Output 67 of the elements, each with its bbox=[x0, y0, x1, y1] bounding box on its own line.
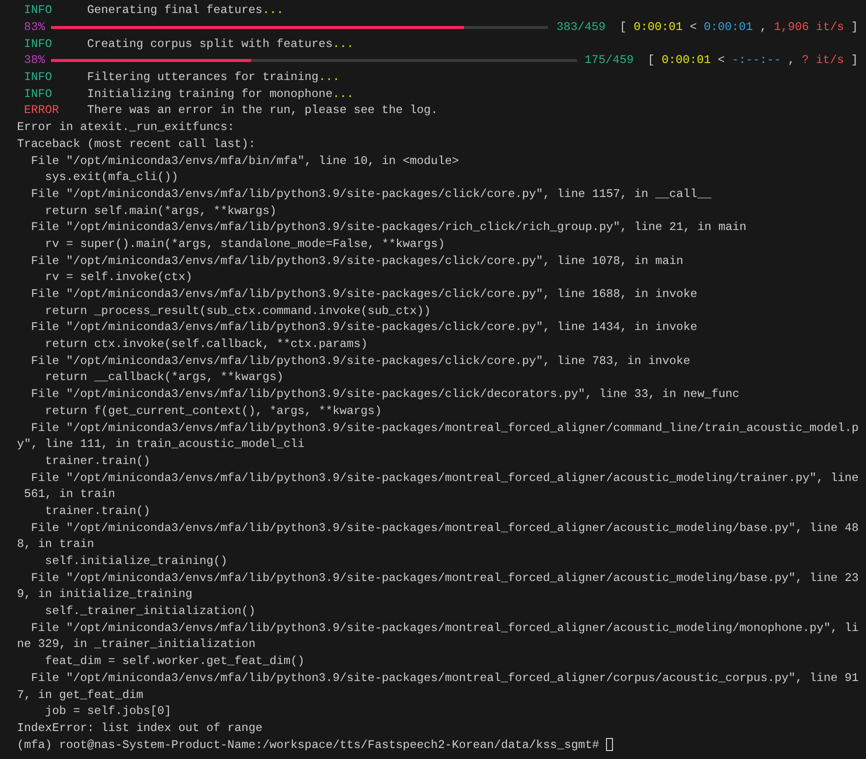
output-line: File "/opt/miniconda3/envs/mfa/lib/python3.9/site-packages/click/core.py", line 1434, in invoke bbox=[30, 320, 698, 334]
remaining-time: -:--:-- bbox=[732, 53, 781, 68]
log-message: There was an error in the run, please see the log. bbox=[87, 103, 438, 118]
output-line: rv = self.invoke(ctx) bbox=[44, 270, 192, 284]
output-line: File "/opt/miniconda3/envs/mfa/lib/python3.9/site-packages/montreal_forced_aligner/acoustic_modeling/base.py", line 23 bbox=[30, 570, 859, 585]
remaining-time: 0:00:01 bbox=[704, 20, 753, 34]
output-line: File "/opt/miniconda3/envs/mfa/lib/python3.9/site-packages/montreal_forced_aligner/acoustic_modeling/base.py", line 48 bbox=[30, 520, 859, 535]
output-line: rv = super().main(*args, standalone_mode=False, **kwargs) bbox=[44, 236, 445, 251]
output-line: File "/opt/miniconda3/envs/mfa/lib/python3.9/site-packages/click/core.py", line 1078, in main bbox=[30, 254, 684, 268]
output-line: return self.main(*args, **kwargs) bbox=[44, 204, 277, 218]
output-line: self._trainer_initialization() bbox=[44, 604, 256, 618]
output-line: Error in atexit._run_exitfuncs: bbox=[17, 120, 234, 134]
output-line: File "/opt/miniconda3/envs/mfa/lib/python3.9/site-packages/montreal_forced_aligner/acoustic_modeling/trainer.py", line bbox=[30, 470, 859, 485]
bracket: [ bbox=[620, 20, 627, 34]
log-level: INFO bbox=[23, 36, 54, 51]
progress-rate: 1,906 it/s bbox=[774, 20, 844, 34]
output-line: 7, in get_feat_dim bbox=[17, 688, 144, 702]
progress-percent: 38% bbox=[24, 53, 46, 68]
cursor-icon bbox=[606, 738, 614, 752]
output-line: job = self.jobs[0] bbox=[44, 704, 172, 718]
output-line: IndexError: list index out of range bbox=[17, 720, 262, 735]
progress-rate: ? it/s bbox=[802, 53, 844, 68]
output-line: ne 329, in _trainer_initialization bbox=[17, 637, 256, 652]
output-line: File "/opt/miniconda3/envs/mfa/lib/python3.9/site-packages/montreal_forced_aligner/corpus/acoustic_corpus.py", line 91 bbox=[30, 670, 859, 685]
elapsed-time: 0:00:01 bbox=[634, 20, 683, 34]
output-line: 8, in train bbox=[17, 537, 94, 552]
progress-count: 383/459 bbox=[556, 20, 606, 34]
output-line: File "/opt/miniconda3/envs/mfa/lib/python3.9/site-packages/rich_click/rich_group.py", line 21, in main bbox=[30, 220, 746, 234]
log-level: INFO bbox=[23, 3, 54, 18]
output-line: return _process_result(sub_ctx.command.invoke(sub_ctx)) bbox=[44, 304, 431, 318]
separator: , bbox=[788, 53, 795, 68]
output-line: File "/opt/miniconda3/envs/mfa/lib/python3.9/site-packages/click/core.py", line 1157, in __call__ bbox=[30, 186, 712, 201]
bracket: ] bbox=[850, 20, 858, 34]
log-level: INFO bbox=[23, 86, 54, 101]
progress-percent: 83% bbox=[24, 20, 46, 34]
output-line: File "/opt/miniconda3/envs/mfa/lib/python3.9/site-packages/click/decorators.py", line 33, in new_func bbox=[30, 387, 740, 402]
elapsed-time: 0:00:01 bbox=[662, 53, 711, 68]
separator: < bbox=[718, 53, 725, 68]
output-line: return f(get_current_context(), *args, **kwargs) bbox=[44, 404, 382, 418]
shell-prompt: (mfa) root@nas-System-Product-Name:/workspace/tts/Fastspeech2-Korean/data/kss_sgmt# bbox=[17, 738, 600, 752]
output-line: return __callback(*args, **kwargs) bbox=[44, 370, 284, 384]
output-line: trainer.train() bbox=[44, 454, 150, 468]
log-message: Creating corpus split with features... bbox=[87, 36, 354, 51]
output-line: File "/opt/miniconda3/envs/mfa/bin/mfa", line 10, in <module> bbox=[30, 154, 459, 168]
output-line: Traceback (most recent call last): bbox=[17, 136, 256, 151]
output-line: File "/opt/miniconda3/envs/mfa/lib/python3.9/site-packages/montreal_forced_aligner/acoustic_modeling/monophone.py", li bbox=[30, 620, 859, 635]
output-line: y", line 111, in train_acoustic_model_cli bbox=[17, 437, 305, 452]
log-level: INFO bbox=[23, 70, 54, 84]
output-line: sys.exit(mfa_cli()) bbox=[44, 170, 178, 184]
output-line: 561, in train bbox=[23, 487, 116, 502]
log-level: ERROR bbox=[23, 103, 60, 118]
progress-count: 175/459 bbox=[584, 53, 634, 68]
output-line: 9, in initialize_training bbox=[17, 587, 192, 602]
output-line: self.initialize_training() bbox=[44, 554, 228, 568]
output-line: File "/opt/miniconda3/envs/mfa/lib/python3.9/site-packages/montreal_forced_aligner/command_line/train_acoustic_model.p bbox=[30, 420, 859, 435]
log-message: Initializing training for monophone... bbox=[87, 86, 354, 101]
output-line: return ctx.invoke(self.callback, **ctx.params) bbox=[44, 337, 368, 352]
log-message: Filtering utterances for training... bbox=[87, 70, 340, 84]
log-message: Generating final features... bbox=[87, 3, 284, 18]
bracket: ] bbox=[850, 53, 858, 68]
output-line: trainer.train() bbox=[44, 504, 150, 518]
output-line: File "/opt/miniconda3/envs/mfa/lib/python3.9/site-packages/click/core.py", line 783, in invoke bbox=[30, 354, 690, 368]
output-line: File "/opt/miniconda3/envs/mfa/lib/python3.9/site-packages/click/core.py", line 1688, in invoke bbox=[30, 287, 698, 302]
bracket: [ bbox=[648, 53, 655, 68]
separator: < bbox=[690, 20, 697, 34]
output-line: feat_dim = self.worker.get_feat_dim() bbox=[44, 654, 305, 668]
separator: , bbox=[760, 20, 767, 34]
